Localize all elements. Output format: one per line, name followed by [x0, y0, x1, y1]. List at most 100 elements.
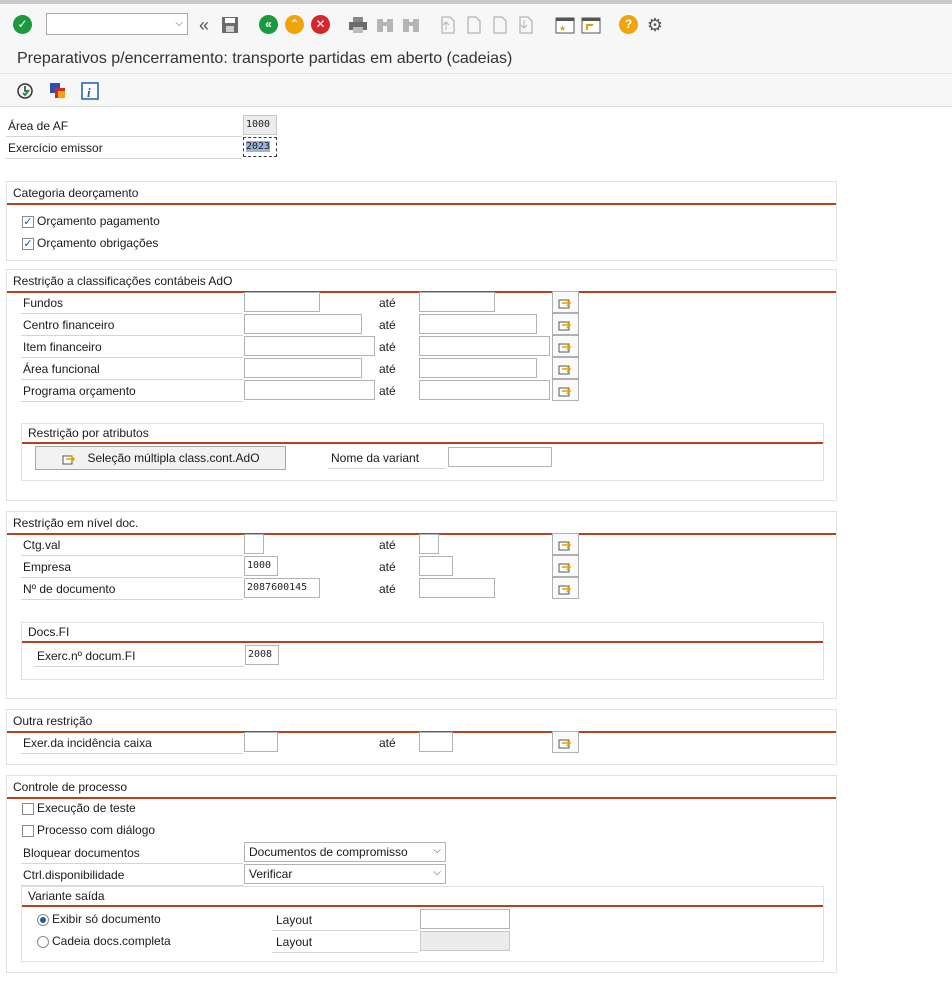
pagamento-checkbox[interactable]: ✓ — [22, 216, 34, 228]
area-af-field: 1000 — [243, 115, 277, 135]
command-field[interactable]: ⌵ — [46, 13, 188, 35]
ctg-val-label: Ctg.val — [23, 538, 61, 552]
find-next-icon[interactable] — [400, 15, 422, 35]
multiple-selection-icon — [558, 563, 572, 573]
back-icon[interactable]: « — [259, 15, 278, 34]
ate-label: até — [379, 340, 396, 354]
bloquear-label: Bloquear documentos — [23, 846, 140, 860]
area-funcional-multiple-selection-button[interactable] — [552, 357, 579, 379]
first-page-icon[interactable] — [438, 15, 458, 35]
exit-icon[interactable]: ⌃ — [285, 15, 304, 34]
empresa-label: Empresa — [23, 560, 72, 574]
new-session-icon[interactable]: ★ — [554, 15, 576, 35]
centro-financeiro-to-input[interactable] — [419, 314, 537, 334]
exibir-documento-label: Exibir só documento — [52, 912, 161, 926]
chevron-down-icon[interactable]: ⌵ — [433, 867, 441, 878]
item-financeiro-multiple-selection-button[interactable] — [552, 335, 579, 357]
outra-restricao-title: Outra restrição — [13, 714, 93, 728]
help-icon[interactable]: ? — [619, 15, 638, 34]
ate-label: até — [379, 296, 396, 310]
doc-restricao-title: Restrição em nível doc. — [13, 516, 139, 530]
group-divider — [22, 905, 823, 907]
num-documento-to-input[interactable] — [419, 578, 495, 598]
num-documento-multiple-selection-button[interactable] — [552, 577, 579, 599]
bloquear-select[interactable]: Documentos de compromisso ⌵ — [244, 842, 446, 862]
multiple-selection-icon — [558, 321, 572, 331]
back-double-icon[interactable]: « — [194, 15, 214, 35]
cadeia-docs-radio[interactable] — [37, 936, 49, 948]
centro-financeiro-from-input[interactable] — [244, 314, 362, 334]
docsfi-group: Docs.FI Exerc.nº docum.FI 2008 — [21, 622, 824, 680]
group-divider — [22, 442, 823, 444]
exercicio-field[interactable]: 2023 — [243, 137, 277, 157]
empresa-multiple-selection-button[interactable] — [552, 555, 579, 577]
ctrl-disp-select[interactable]: Verificar ⌵ — [244, 864, 446, 884]
ctg-val-to-input[interactable] — [419, 534, 439, 554]
ate-label: até — [379, 582, 396, 596]
ate-label: até — [379, 538, 396, 552]
empresa-from-input[interactable]: 1000 — [244, 556, 278, 576]
centro-financeiro-multiple-selection-button[interactable] — [552, 313, 579, 335]
cancel-icon[interactable]: ✕ — [311, 15, 330, 34]
check-icon[interactable]: ✓ — [13, 15, 32, 34]
exibir-documento-radio[interactable] — [37, 914, 49, 926]
ate-label: até — [379, 318, 396, 332]
processo-dialogo-checkbox[interactable] — [22, 825, 34, 837]
exer-incidencia-from-input[interactable] — [244, 732, 278, 752]
item-financeiro-from-input[interactable] — [244, 336, 375, 356]
multiple-selection-icon — [558, 541, 572, 551]
print-icon[interactable] — [347, 15, 369, 35]
ctg-val-multiple-selection-button[interactable] — [552, 533, 579, 555]
group-divider — [22, 641, 823, 643]
multiple-selection-icon — [558, 585, 572, 595]
execucao-teste-checkbox[interactable] — [22, 803, 34, 815]
variant-input[interactable] — [448, 447, 552, 467]
bloquear-value: Documentos de compromisso — [249, 845, 408, 859]
svg-text:i: i — [87, 85, 91, 100]
fundos-to-input[interactable] — [419, 292, 495, 312]
categoria-title: Categoria deorçamento — [13, 186, 139, 200]
atributos-title: Restrição por atributos — [28, 426, 149, 440]
exercicio-value: 2023 — [246, 141, 271, 152]
shortcut-icon[interactable] — [580, 15, 602, 35]
multiple-selection-icon — [558, 343, 572, 353]
programa-orcamento-from-input[interactable] — [244, 380, 375, 400]
area-funcional-from-input[interactable] — [244, 358, 362, 378]
obrigacoes-checkbox[interactable]: ✓ — [22, 238, 34, 250]
ctg-val-from-input[interactable] — [244, 534, 264, 554]
layout-label-2: Layout — [276, 935, 313, 949]
execute-icon[interactable] — [15, 81, 35, 101]
chevron-down-icon[interactable]: ⌵ — [433, 845, 441, 856]
ate-label: até — [379, 362, 396, 376]
find-icon[interactable] — [374, 15, 396, 35]
save-icon[interactable] — [220, 15, 240, 35]
empresa-to-input[interactable] — [419, 556, 453, 576]
info-icon[interactable]: i — [80, 81, 100, 101]
area-funcional-label: Área funcional — [23, 362, 100, 376]
exer-incidencia-to-input[interactable] — [419, 732, 453, 752]
variant-icon[interactable] — [48, 81, 68, 101]
prev-page-icon[interactable] — [464, 15, 484, 35]
exerc-docfi-input[interactable]: 2008 — [245, 645, 279, 665]
area-funcional-to-input[interactable] — [419, 358, 537, 378]
num-documento-from-input[interactable]: 2087600145 — [244, 578, 320, 598]
programa-orcamento-label: Programa orçamento — [23, 384, 136, 398]
programa-orcamento-to-input[interactable] — [419, 380, 550, 400]
selection-screen: Área de AF 1000 Exercício emissor 2023 C… — [0, 107, 952, 985]
programa-orcamento-multiple-selection-button[interactable] — [552, 379, 579, 401]
layout-input-2 — [420, 931, 510, 951]
item-financeiro-to-input[interactable] — [419, 336, 550, 356]
settings-icon[interactable]: ⚙ — [644, 15, 666, 35]
multiple-selection-icon — [558, 365, 572, 375]
fundos-label: Fundos — [23, 296, 64, 310]
exer-incidencia-multiple-selection-button[interactable] — [552, 731, 579, 753]
multiple-selection-icon — [558, 739, 572, 749]
layout-input-1[interactable] — [420, 909, 510, 929]
next-page-icon[interactable] — [490, 15, 510, 35]
last-page-icon[interactable] — [516, 15, 536, 35]
selecao-multipla-button[interactable]: Seleção múltipla class.cont.AdO — [35, 446, 286, 470]
exercicio-label: Exercício emissor — [8, 141, 103, 155]
fundos-from-input[interactable] — [244, 292, 320, 312]
chevron-down-icon[interactable]: ⌵ — [175, 18, 183, 29]
fundos-multiple-selection-button[interactable] — [552, 291, 579, 313]
